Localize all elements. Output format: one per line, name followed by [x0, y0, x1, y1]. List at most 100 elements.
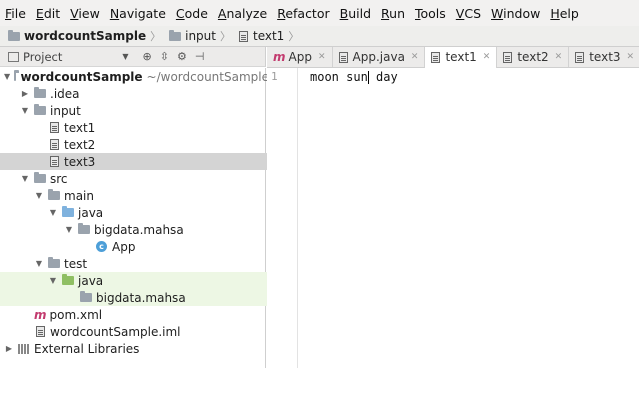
tree-item-path: ~/wordcountSample [146, 69, 269, 84]
expand-arrow-icon[interactable]: ▼ [48, 208, 58, 217]
tree-item-input[interactable]: ▼ input [0, 102, 285, 119]
chevron-down-icon[interactable]: ▼ [122, 52, 128, 61]
line-number: 1 [271, 70, 278, 83]
tree-item-label: text2 [64, 137, 96, 152]
tree-item-src[interactable]: ▼ src [0, 170, 285, 187]
text-file-icon [575, 51, 585, 63]
menu-file[interactable]: File [0, 6, 31, 21]
tree-item-iml[interactable]: wordcountSample.iml [0, 323, 301, 340]
tree-item-external-libraries[interactable]: ▶ External Libraries [0, 340, 269, 357]
chevron-right-icon: 〉 [288, 30, 300, 43]
tree-item-idea[interactable]: ▶ .idea [0, 85, 285, 102]
hide-panel-icon[interactable]: ⊣ [195, 50, 205, 63]
tree-item-root[interactable]: ▼ wordcountSample ~/wordcountSample [0, 68, 269, 85]
menu-tools[interactable]: Tools [410, 6, 451, 21]
tree-item-label: java [78, 205, 104, 220]
tab-label: text1 [445, 50, 477, 64]
close-icon[interactable]: ✕ [318, 52, 326, 62]
tree-item-label: wordcountSample [20, 69, 143, 84]
menu-vcs[interactable]: VCS [451, 6, 486, 21]
tree-item-label: text1 [64, 120, 96, 135]
class-icon: c [96, 241, 107, 252]
expand-arrow-icon[interactable]: ▼ [34, 191, 44, 200]
folder-icon [34, 172, 46, 183]
project-panel-header: Project ▼ ⊕ ⇳ ⚙ ⊣ [0, 47, 266, 67]
folder-icon [34, 87, 46, 98]
text-file-icon [50, 156, 59, 167]
tree-item-label: input [50, 103, 81, 118]
expand-arrow-icon[interactable]: ▼ [20, 106, 30, 115]
text-file-icon [238, 30, 248, 42]
menu-edit[interactable]: Edit [31, 6, 65, 21]
menu-analyze[interactable]: Analyze [213, 6, 272, 21]
expand-arrow-icon[interactable]: ▼ [64, 225, 74, 234]
close-icon[interactable]: ✕ [555, 52, 563, 62]
menu-window[interactable]: Window [486, 6, 545, 21]
expand-arrow-icon[interactable]: ▼ [20, 174, 30, 183]
menu-navigate[interactable]: Navigate [105, 6, 171, 21]
project-panel-title[interactable]: Project [23, 50, 62, 64]
menu-view[interactable]: View [65, 6, 105, 21]
expand-arrow-icon[interactable]: ▼ [48, 276, 58, 285]
menu-help[interactable]: Help [545, 6, 584, 21]
collapse-arrow-icon[interactable]: ▶ [4, 344, 14, 353]
test-folder-icon [62, 274, 74, 285]
text-file-icon [50, 139, 59, 150]
tree-item-main[interactable]: ▼ main [0, 187, 299, 204]
close-icon[interactable]: ✕ [483, 52, 491, 62]
menu-refactor[interactable]: Refactor [272, 6, 334, 21]
tab-text2[interactable]: text2 ✕ [497, 47, 570, 67]
tab-text3[interactable]: text3 ✕ [569, 47, 639, 67]
tree-item-pom[interactable]: m pom.xml [0, 306, 299, 323]
tab-label: text3 [589, 50, 621, 64]
tree-item-label: .idea [50, 86, 80, 101]
breadcrumb-project[interactable]: wordcountSample 〉 [0, 28, 161, 44]
library-icon [18, 343, 30, 354]
tree-item-label: java [78, 273, 104, 288]
menu-code[interactable]: Code [171, 6, 213, 21]
menu-run[interactable]: Run [376, 6, 410, 21]
breadcrumb-file-label: text1 [252, 29, 285, 43]
sync-icon[interactable]: ⊕ [143, 50, 152, 63]
breadcrumb-folder[interactable]: input 〉 [161, 28, 231, 44]
breadcrumb-project-label: wordcountSample [24, 29, 147, 43]
folder-icon [169, 29, 182, 41]
tab-text1[interactable]: text1 ✕ [425, 46, 498, 68]
project-tree: ▼ wordcountSample ~/wordcountSample ▶ .i… [0, 68, 345, 368]
folder-icon [48, 257, 60, 268]
menu-build[interactable]: Build [335, 6, 376, 21]
expand-arrow-icon[interactable]: ▼ [4, 72, 10, 81]
tab-app-java[interactable]: App.java ✕ [333, 47, 426, 67]
collapse-arrow-icon[interactable]: ▶ [20, 89, 30, 98]
folder-icon [48, 189, 60, 200]
source-folder-icon [62, 206, 74, 217]
editor[interactable]: 1 moon sun day [267, 68, 639, 368]
close-icon[interactable]: ✕ [627, 52, 635, 62]
tree-item-label: bigdata.mahsa [94, 222, 184, 237]
code-text: moon sun [310, 70, 368, 84]
close-icon[interactable]: ✕ [411, 52, 419, 62]
collapse-all-icon[interactable]: ⇳ [160, 50, 169, 63]
breadcrumb-file[interactable]: text1 〉 [231, 28, 299, 44]
editor-tabs: m App ✕ App.java ✕ text1 ✕ text2 ✕ text3… [267, 46, 639, 68]
text-file-icon [50, 122, 59, 133]
editor-gutter: 1 [267, 68, 298, 368]
folder-icon [34, 104, 46, 115]
tab-app[interactable]: m App ✕ [267, 47, 333, 67]
project-view-icon [8, 51, 19, 62]
code-line[interactable]: moon sun day [310, 70, 398, 84]
expand-arrow-icon[interactable]: ▼ [34, 259, 44, 268]
maven-icon: m [273, 50, 286, 64]
tab-label: App [288, 50, 312, 64]
tab-label: text2 [517, 50, 549, 64]
java-file-icon [338, 51, 348, 63]
folder-icon [8, 29, 20, 41]
gear-icon[interactable]: ⚙ [177, 50, 187, 63]
tree-item-label: src [50, 171, 68, 186]
tree-item-test[interactable]: ▼ test [0, 255, 299, 272]
tree-item-label: App [112, 239, 136, 254]
text-file-icon [503, 51, 513, 63]
module-file-icon [36, 326, 45, 337]
breadcrumb: wordcountSample 〉 input 〉 text1 〉 [0, 26, 639, 47]
chevron-right-icon: 〉 [150, 30, 162, 43]
